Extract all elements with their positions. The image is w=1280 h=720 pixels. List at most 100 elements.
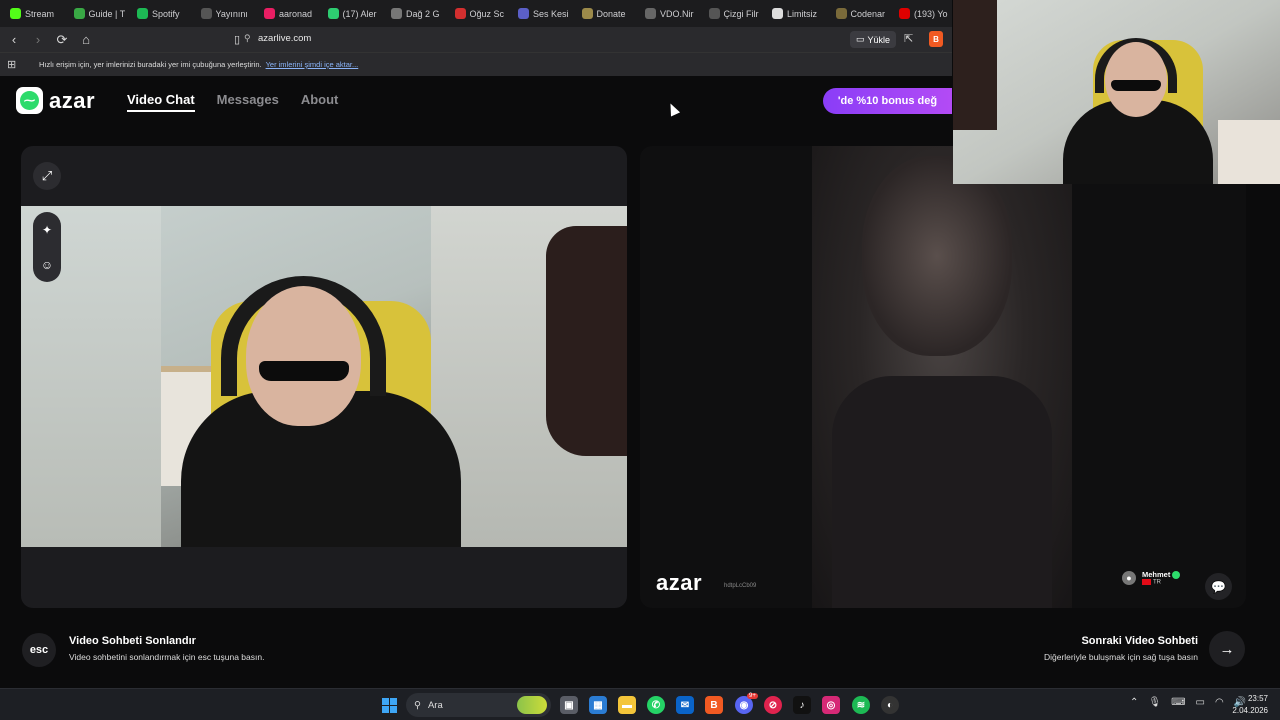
end-chat-button[interactable]: esc	[22, 633, 56, 667]
chat-bubble-icon[interactable]: 💬	[1205, 573, 1232, 600]
turkey-flag-icon	[1142, 579, 1151, 586]
g-icon	[327, 8, 339, 19]
browser-tab-label: Donate	[596, 8, 626, 19]
browser-tab[interactable]: Dağ 2 G	[387, 0, 451, 27]
back-icon[interactable]: ‹	[4, 30, 24, 50]
browser-tab[interactable]: Ses Kesi	[514, 0, 578, 27]
taskbar-search[interactable]: ⚲ Ara	[406, 693, 551, 717]
reload-icon[interactable]: ⟳	[52, 30, 72, 50]
browser-tab-label: Oğuz Sc	[469, 8, 505, 19]
remote-user-chip[interactable]: ● Mehmet TR	[1122, 570, 1181, 586]
system-tray: ⌃ 🎙 ⌨ ▭ ◠ 🔊	[1130, 697, 1246, 708]
browser-tab[interactable]: Oğuz Sc	[451, 0, 515, 27]
remote-user-name: Mehmet	[1142, 570, 1171, 579]
expand-icon[interactable]: ⤢	[33, 162, 61, 190]
vdo-icon	[645, 8, 656, 19]
main-nav: Video Chat Messages About	[127, 92, 338, 112]
task-view-icon[interactable]: ▣	[560, 696, 578, 714]
home-icon[interactable]: ⌂	[76, 30, 96, 50]
clock-time: 23:57	[1247, 694, 1268, 703]
bookmark-icon[interactable]: ▯	[230, 31, 244, 47]
site-info-icon[interactable]: ⚲	[244, 33, 251, 44]
v-icon	[518, 8, 529, 19]
share-icon[interactable]: ⇱	[904, 32, 913, 45]
browser-tab-label: Ses Kesi	[533, 8, 569, 19]
import-bookmarks-link[interactable]: Yer imlerini şimdi içe aktar...	[266, 60, 359, 69]
verified-icon	[1172, 571, 1181, 580]
sticker-icon[interactable]: ☺	[41, 258, 53, 272]
browser-tab[interactable]: Codenar	[832, 0, 896, 27]
browser-tab[interactable]: (193) Yo	[895, 0, 952, 27]
browser-tab-label: (193) Yo	[914, 8, 948, 19]
file-explorer-icon[interactable]: ▬	[618, 696, 636, 714]
browser-tab-strip: Stream Guide | T Spotify Yayınını aaronad (17…	[0, 0, 952, 27]
nav-about[interactable]: About	[301, 92, 339, 112]
forward-icon[interactable]: ›	[28, 30, 48, 50]
windows-start-icon[interactable]	[382, 698, 397, 713]
browser-tab-label: Codenar	[850, 8, 886, 19]
instagram-icon[interactable]: ◎	[822, 696, 840, 714]
browser-tab-label: Çizgi Filr	[723, 8, 759, 19]
browser-tab[interactable]: Guide | T	[70, 0, 134, 27]
doc-icon	[391, 8, 402, 19]
install-label: Yükle	[867, 34, 891, 45]
browser-tab[interactable]: VDO.Nir	[641, 0, 705, 27]
next-chat-hint: Diğerleriyle buluşmak için sağ tuşa bası…	[1043, 652, 1198, 662]
browser-tab-label: Guide | T	[88, 8, 126, 19]
cizgi-icon	[708, 8, 720, 19]
apps-grid-icon[interactable]: ⊞	[7, 58, 21, 71]
browser-tab[interactable]: Yayınını	[197, 0, 261, 27]
spotify-icon	[137, 8, 148, 19]
search-placeholder: Ara	[427, 699, 443, 711]
azar-logo[interactable]: ⁓ azar	[16, 87, 95, 114]
install-button[interactable]: ▭ Yükle	[850, 31, 896, 48]
mouse-cursor-icon	[665, 101, 681, 117]
browser-tab-label: (17) Aler	[342, 8, 377, 19]
taskbar-clock[interactable]: 23:57 2.04.2026	[1232, 693, 1268, 717]
browser-tab-label: Stream	[25, 8, 55, 19]
grid-icon	[73, 8, 85, 19]
remote-user-country: TR	[1153, 579, 1161, 586]
opera-gx-icon[interactable]: ⊘	[764, 696, 782, 714]
nav-messages[interactable]: Messages	[217, 92, 279, 112]
browser-tab[interactable]: aaronad	[260, 0, 324, 27]
wifi-icon[interactable]: ◠	[1215, 697, 1224, 708]
donate-icon	[581, 8, 593, 19]
monitor-icon: ▭	[855, 34, 865, 44]
self-video-card: ⤢ ✦ ☺	[21, 146, 627, 608]
next-arrow-icon[interactable]: →	[1209, 631, 1245, 667]
store-icon[interactable]: ▦	[589, 696, 607, 714]
streamer-webcam-overlay	[953, 0, 1280, 184]
browser-toolbar: ‹ › ⟳ ⌂ ▯ ⚲ azarlive.com ▭ Yükle ⇱ B	[0, 27, 952, 52]
browser-tab[interactable]: (17) Aler	[324, 0, 388, 27]
microphone-icon[interactable]: 🎙	[1148, 697, 1161, 708]
browser-tab[interactable]: Limitsiz	[768, 0, 832, 27]
browser-tab-label: Spotify	[152, 8, 180, 19]
outlook-icon[interactable]: ✉	[676, 696, 694, 714]
whatsapp-icon[interactable]: ✆	[647, 696, 665, 714]
browser-tab[interactable]: Donate	[578, 0, 642, 27]
obs-icon[interactable]: ◐	[881, 696, 899, 714]
search-icon: ⚲	[414, 699, 421, 711]
video-tools-panel: ✦ ☺	[33, 212, 61, 282]
spotify-taskbar-icon[interactable]: ≋	[852, 696, 870, 714]
brave-taskbar-icon[interactable]: B	[705, 696, 723, 714]
browser-tab[interactable]: Stream	[6, 0, 70, 27]
tiktok-icon[interactable]: ♪	[793, 696, 811, 714]
user-avatar-icon: ●	[1122, 570, 1136, 585]
windows-taskbar: ⚲ Ara ▣ ▦ ▬ ✆ ✉ B ◉ 9+ ⊘ ♪ ◎ ≋ ◐ ⌃ 🎙 ⌨ ▭…	[0, 688, 1280, 720]
display-icon[interactable]: ▭	[1196, 697, 1205, 708]
address-bar-url[interactable]: azarlive.com	[258, 33, 311, 44]
browser-tab-label: Yayınını	[215, 8, 248, 19]
keyboard-icon[interactable]: ⌨	[1171, 697, 1185, 708]
nav-video-chat[interactable]: Video Chat	[127, 92, 195, 112]
remote-watermark-logo: azar	[656, 570, 703, 595]
browser-tab[interactable]: Spotify	[133, 0, 197, 27]
chevron-up-icon[interactable]: ⌃	[1130, 697, 1138, 708]
browser-tab[interactable]: Çizgi Filr	[705, 0, 769, 27]
remote-video-feed	[812, 146, 1072, 608]
bonus-banner[interactable]: 'de %10 bonus değ	[823, 88, 952, 114]
magic-wand-icon[interactable]: ✦	[42, 223, 52, 237]
next-chat-title: Sonraki Video Sohbeti	[1081, 635, 1198, 647]
brave-shield-icon[interactable]: B	[929, 31, 943, 47]
